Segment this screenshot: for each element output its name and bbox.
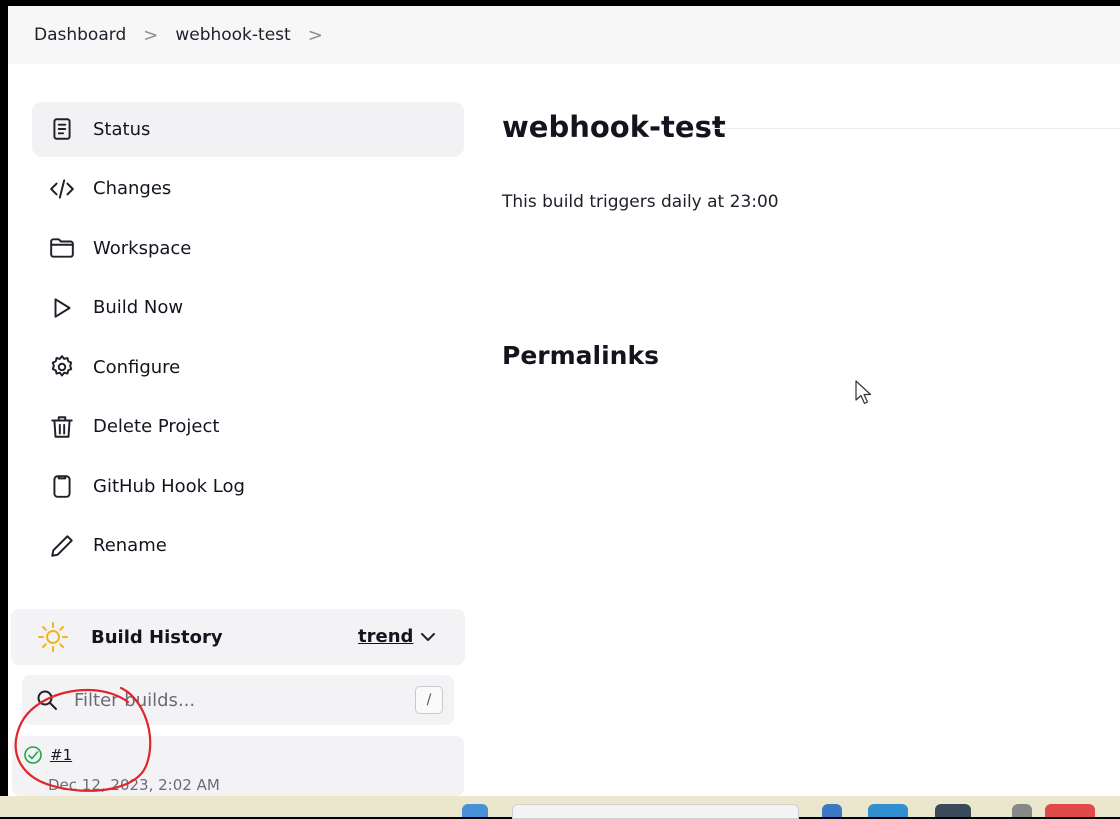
sidebar-item-workspace[interactable]: Workspace [32,221,464,275]
clipboard-icon [47,471,77,501]
pencil-icon [47,531,77,561]
sidebar-item-changes[interactable]: Changes [32,162,464,216]
sidebar-item-label: Delete Project [93,416,220,437]
trend-link[interactable]: trend [358,626,413,647]
taskbar-app-icon[interactable] [822,804,842,817]
taskbar-app-icon[interactable] [935,804,971,817]
sidebar-item-status[interactable]: Status [32,102,464,156]
code-icon [47,174,77,204]
taskbar-app-icon[interactable] [868,804,908,817]
filter-builds-box: / [22,675,454,725]
taskbar-app-icon[interactable] [1012,804,1032,817]
taskbar-app-icon[interactable] [462,804,488,817]
breadcrumb: Dashboard > webhook-test > [8,6,1120,64]
breadcrumb-separator[interactable]: > [143,25,158,46]
build-history-title: Build History [91,626,223,648]
title-divider [708,128,1120,129]
os-taskbar [0,796,1120,819]
mouse-cursor-icon [855,380,872,405]
sidebar: Status Changes Workspace Build Now Confi… [32,102,464,578]
sidebar-item-label: Build Now [93,297,184,318]
build-trigger-description: This build triggers daily at 23:00 [502,192,779,212]
gear-icon [47,352,77,382]
breadcrumb-dashboard[interactable]: Dashboard [34,25,126,45]
keyboard-shortcut-hint: / [415,686,443,714]
document-icon [47,114,77,144]
build-number-link[interactable]: #1 [50,746,72,764]
chevron-down-icon[interactable] [418,627,438,647]
sidebar-item-label: Rename [93,535,167,556]
page-title: webhook-test [502,110,726,144]
sidebar-item-label: Configure [93,356,181,378]
build-timestamp: Dec 12, 2023, 2:02 AM [48,776,220,794]
sidebar-item-rename[interactable]: Rename [32,519,464,573]
trash-icon [47,412,77,442]
build-history-header: Build History trend [11,609,465,665]
search-icon [37,690,57,710]
sidebar-item-label: Status [93,118,151,140]
sidebar-item-label: GitHub Hook Log [93,475,245,497]
sidebar-item-delete-project[interactable]: Delete Project [32,400,464,454]
jenkins-window: Dashboard > webhook-test > Status Change… [8,6,1120,796]
breadcrumb-separator[interactable]: > [308,25,323,46]
breadcrumb-project[interactable]: webhook-test [175,25,290,45]
taskbar-app-icon[interactable] [1045,804,1095,817]
sidebar-item-label: Changes [93,178,172,199]
sidebar-item-configure[interactable]: Configure [32,340,464,394]
sidebar-item-label: Workspace [93,237,192,259]
success-check-icon [24,746,42,764]
sun-icon [38,622,68,652]
build-row[interactable]: #1 Dec 12, 2023, 2:02 AM [12,736,464,796]
play-icon [47,293,77,323]
filter-builds-input[interactable] [72,688,396,712]
permalinks-heading: Permalinks [502,341,659,370]
folder-icon [47,233,77,263]
sidebar-item-github-hook-log[interactable]: GitHub Hook Log [32,459,464,513]
sidebar-item-build-now[interactable]: Build Now [32,281,464,335]
